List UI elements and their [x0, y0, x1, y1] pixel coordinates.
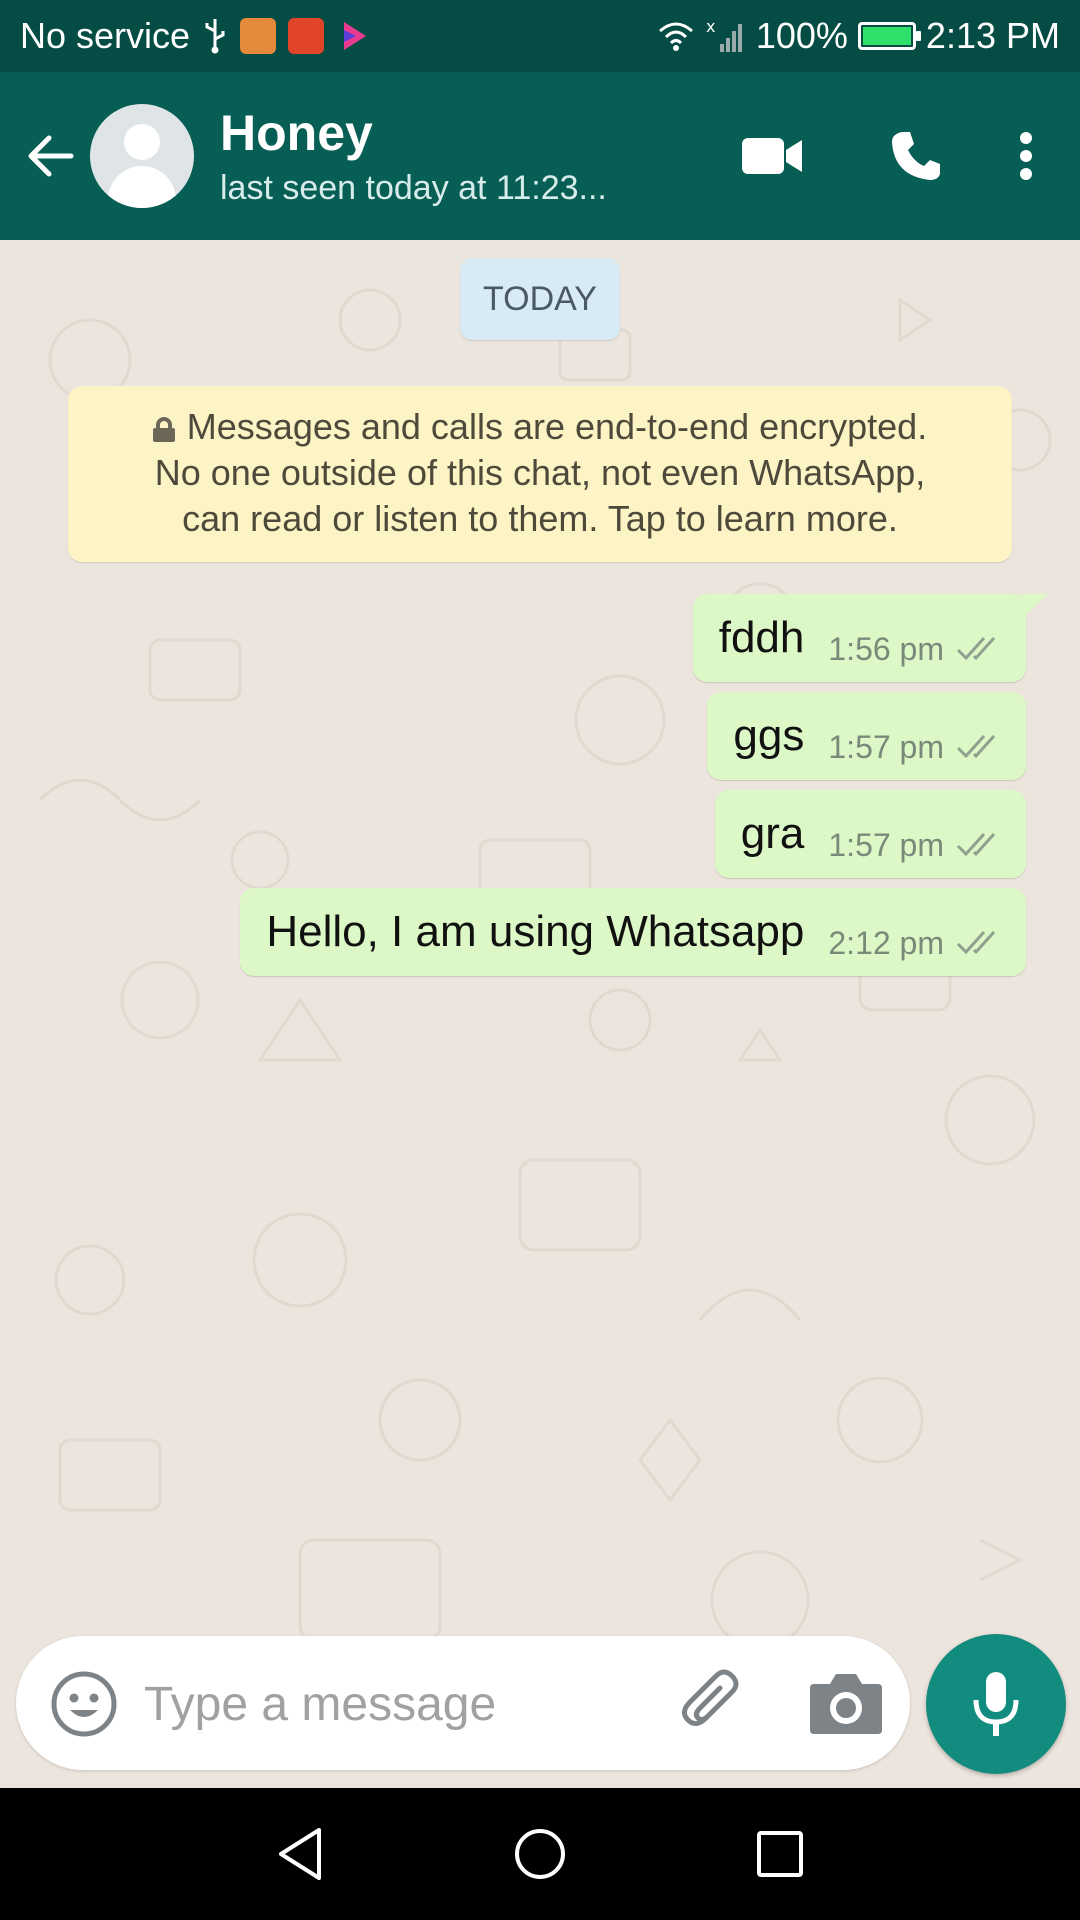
message-time: 1:56 pm	[828, 630, 944, 667]
message-text: Hello, I am using Whatsapp	[266, 907, 805, 956]
more-options-icon	[1020, 132, 1032, 180]
message-composer	[16, 1636, 910, 1770]
chat-area[interactable]: TODAY Messages and calls are end-to-end …	[0, 240, 1080, 1788]
paperclip-icon	[682, 1669, 739, 1726]
battery-fill	[862, 27, 911, 45]
contact-info[interactable]: Honey last seen today at 11:23...	[220, 105, 712, 208]
nav-recents-button[interactable]	[735, 1809, 825, 1899]
message-text: ggs	[733, 711, 805, 760]
app-notification-icon	[240, 18, 277, 54]
emoji-button[interactable]	[46, 1666, 122, 1742]
message-time: 1:57 pm	[828, 826, 944, 863]
nav-back-button[interactable]	[255, 1809, 345, 1899]
video-call-button[interactable]	[712, 96, 832, 216]
message-input[interactable]	[144, 1666, 644, 1742]
contact-last-seen: last seen today at 11:23...	[220, 168, 607, 207]
more-options-button[interactable]	[986, 96, 1066, 216]
message-text: gra	[740, 809, 805, 858]
message-text: fddh	[718, 613, 805, 662]
carrier-label: No service	[20, 15, 191, 56]
camera-button[interactable]	[806, 1666, 886, 1742]
message-time: 2:12 pm	[828, 924, 944, 961]
system-nav-bar	[0, 1788, 1080, 1920]
outgoing-message[interactable]: fddh 1:56 pm	[692, 594, 1048, 682]
encryption-notice-line: Messages and calls are end-to-end encryp…	[186, 406, 928, 447]
bubble-tail	[1020, 594, 1048, 620]
nav-home-button[interactable]	[495, 1809, 585, 1899]
emoji-icon	[51, 1671, 117, 1737]
app-notification-icon	[288, 18, 325, 54]
double-check-icon	[956, 832, 996, 857]
svg-text:x: x	[706, 18, 715, 36]
avatar[interactable]	[90, 104, 194, 208]
encryption-notice[interactable]: Messages and calls are end-to-end encryp…	[68, 386, 1012, 562]
battery-percent: 100%	[755, 15, 848, 56]
no-signal-icon: x	[706, 18, 742, 52]
outgoing-message[interactable]: gra 1:57 pm	[714, 790, 1026, 878]
voice-call-button[interactable]	[856, 96, 976, 216]
nav-back-icon	[279, 1828, 321, 1880]
back-button[interactable]	[10, 106, 90, 206]
wifi-icon	[658, 22, 693, 51]
voice-message-button[interactable]	[926, 1634, 1066, 1774]
nav-home-icon	[515, 1829, 565, 1879]
status-bar: No service x 100% 2:13 PM	[0, 0, 1080, 72]
double-check-icon	[956, 930, 996, 955]
clock: 2:13 PM	[925, 15, 1060, 56]
outgoing-message[interactable]: ggs 1:57 pm	[707, 692, 1026, 780]
battery-icon	[857, 22, 921, 50]
back-arrow-icon	[28, 135, 74, 177]
video-call-icon	[742, 138, 802, 174]
phone-icon	[892, 132, 940, 180]
usb-icon	[205, 19, 225, 54]
microphone-icon	[973, 1672, 1019, 1736]
attach-button[interactable]	[676, 1666, 752, 1742]
double-check-icon	[956, 734, 996, 759]
encryption-notice-line: No one outside of this chat, not even Wh…	[154, 452, 926, 493]
encryption-notice-line: can read or listen to them. Tap to learn…	[182, 498, 898, 539]
lock-icon	[152, 417, 175, 442]
double-check-icon	[956, 636, 996, 661]
chat-header: Honey last seen today at 11:23...	[0, 72, 1080, 240]
date-separator: TODAY	[460, 258, 620, 340]
nav-recents-icon	[757, 1831, 803, 1877]
video-app-icon	[344, 22, 367, 50]
contact-name: Honey	[220, 104, 373, 161]
outgoing-message[interactable]: Hello, I am using Whatsapp 2:12 pm	[240, 888, 1026, 976]
message-time: 1:57 pm	[828, 728, 944, 765]
camera-icon	[810, 1674, 882, 1734]
